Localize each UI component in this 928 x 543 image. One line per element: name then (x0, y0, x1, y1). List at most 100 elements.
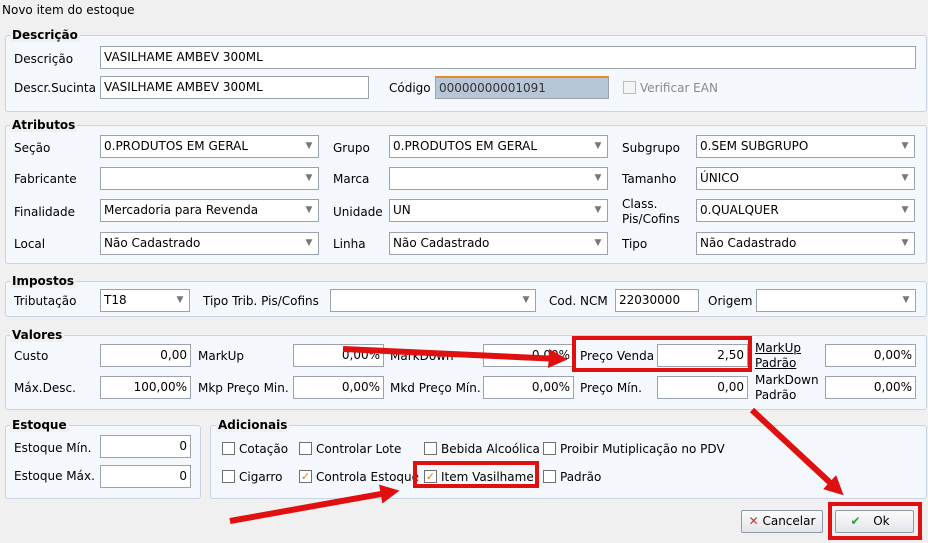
controlar-lote-checkbox[interactable] (299, 442, 312, 455)
bebida-alcoolica-checkbox[interactable] (424, 442, 437, 455)
cancelar-label: Cancelar (762, 514, 816, 528)
controla-estoque-label: Controla Estoque (316, 470, 420, 484)
markup-padrao-line1: MarkUp (755, 341, 801, 355)
valores-legend: Valores (10, 328, 65, 342)
marca-select[interactable]: ▼ (389, 167, 608, 190)
chevron-down-icon[interactable]: ▼ (171, 290, 189, 311)
chevron-down-icon[interactable]: ▼ (300, 168, 318, 189)
chevron-down-icon[interactable]: ▼ (589, 168, 607, 189)
atributos-legend: Atributos (10, 118, 78, 132)
markup-padrao-line2: Padrão (755, 356, 797, 370)
chevron-down-icon[interactable]: ▼ (517, 290, 535, 311)
descricao-label: Descrição (14, 52, 74, 66)
descricao-input[interactable]: VASILHAME AMBEV 300ML (100, 46, 916, 69)
local-select[interactable]: Não Cadastrado ▼ (100, 232, 319, 255)
marca-label: Marca (333, 172, 370, 186)
tipo-value: Não Cadastrado (700, 236, 797, 250)
chevron-down-icon[interactable]: ▼ (300, 136, 318, 157)
tipo-trib-label: Tipo Trib. Pis/Cofins (203, 294, 319, 308)
chevron-down-icon[interactable]: ▼ (300, 233, 318, 254)
chevron-down-icon[interactable]: ▼ (589, 200, 607, 221)
grupo-value: 0.PRODUTOS EM GERAL (393, 139, 538, 153)
mkd-preco-min-label: Mkd Preço Mín. (390, 381, 481, 395)
chevron-down-icon[interactable]: ▼ (896, 136, 914, 157)
fabricante-select[interactable]: ▼ (100, 167, 319, 190)
tributacao-value: T18 (104, 293, 127, 307)
verificar-ean-checkbox[interactable] (623, 81, 636, 94)
adicionais-group (210, 425, 927, 499)
chevron-down-icon[interactable]: ▼ (896, 233, 914, 254)
markup-padrao-input[interactable]: 0,00% (825, 344, 916, 367)
bebida-alcoolica-label: Bebida Alcoólica (441, 442, 540, 456)
proibir-multiplicacao-label: Proibir Mutiplicação no PDV (560, 442, 725, 456)
fabricante-label: Fabricante (14, 172, 77, 186)
chevron-down-icon[interactable]: ▼ (896, 200, 914, 221)
chevron-down-icon[interactable]: ▼ (897, 290, 915, 311)
chevron-down-icon[interactable]: ▼ (896, 168, 914, 189)
tamanho-select[interactable]: ÚNICO ▼ (696, 167, 915, 190)
cotacao-label: Cotação (239, 442, 289, 456)
verificar-ean-label: Verificar EAN (640, 81, 718, 95)
markdown-label: MarkDown (390, 349, 454, 363)
cigarro-label: Cigarro (239, 470, 283, 484)
codigo-label: Código (389, 81, 431, 95)
markup-label: MarkUp (198, 349, 244, 363)
close-icon: ✕ (748, 514, 759, 528)
markdown-padrao-line1: MarkDown (755, 373, 819, 387)
tributacao-label: Tributação (14, 294, 77, 308)
chevron-down-icon[interactable]: ▼ (589, 136, 607, 157)
preco-min-input[interactable]: 0,00 (657, 376, 748, 399)
tipo-trib-select[interactable]: ▼ (330, 289, 536, 312)
max-desc-input[interactable]: 100,00% (100, 376, 191, 399)
local-value: Não Cadastrado (104, 236, 201, 250)
tamanho-value: ÚNICO (700, 171, 740, 185)
descricao-legend: Descrição (10, 28, 80, 42)
origem-select[interactable]: ▼ (756, 289, 916, 312)
item-vasilhame-highlight (413, 461, 539, 488)
controla-estoque-checkbox[interactable]: ✓ (299, 470, 312, 483)
subgrupo-select[interactable]: 0.SEM SUBGRUPO ▼ (696, 135, 915, 158)
tipo-select[interactable]: Não Cadastrado ▼ (696, 232, 915, 255)
markdown-input[interactable]: 0,00% (483, 344, 574, 367)
padrao-checkbox[interactable] (543, 470, 556, 483)
cancelar-button[interactable]: ✕ Cancelar (741, 510, 823, 533)
estoque-max-label: Estoque Máx. (14, 469, 95, 483)
mkd-preco-min-input[interactable]: 0,00% (483, 376, 574, 399)
chevron-down-icon[interactable]: ▼ (589, 233, 607, 254)
cotacao-checkbox[interactable] (222, 442, 235, 455)
unidade-select[interactable]: UN ▼ (389, 199, 608, 222)
chevron-down-icon[interactable]: ▼ (300, 200, 318, 221)
markdown-padrao-input[interactable]: 0,00% (825, 376, 916, 399)
estoque-legend: Estoque (10, 418, 69, 432)
ncm-input[interactable]: 22030000 (615, 289, 699, 312)
cigarro-checkbox[interactable] (222, 470, 235, 483)
codigo-input[interactable]: 00000000001091 (435, 76, 609, 99)
descr-sucinta-label: Descr.Sucinta (14, 81, 96, 95)
estoque-max-input[interactable]: 0 (100, 465, 191, 488)
linha-select[interactable]: Não Cadastrado ▼ (389, 232, 608, 255)
custo-input[interactable]: 0,00 (100, 344, 191, 367)
subgrupo-label: Subgrupo (622, 141, 680, 155)
markup-input[interactable]: 0,00% (293, 344, 384, 367)
unidade-label: Unidade (333, 205, 383, 219)
markup-padrao-label[interactable]: MarkUp Padrão (755, 341, 801, 371)
descr-sucinta-input[interactable]: VASILHAME AMBEV 300ML (100, 76, 369, 99)
local-label: Local (14, 237, 46, 251)
controlar-lote-label: Controlar Lote (316, 442, 402, 456)
preco-min-label: Preço Mín. (580, 381, 642, 395)
class-label-line2: Pis/Cofins (622, 212, 680, 226)
finalidade-label: Finalidade (14, 205, 75, 219)
class-pis-cofins-select[interactable]: 0.QUALQUER ▼ (696, 199, 915, 222)
estoque-min-label: Estoque Mín. (14, 441, 92, 455)
mkp-preco-min-input[interactable]: 0,00% (293, 376, 384, 399)
finalidade-value: Mercadoria para Revenda (104, 203, 259, 217)
grupo-select[interactable]: 0.PRODUTOS EM GERAL ▼ (389, 135, 608, 158)
origem-label: Origem (708, 294, 753, 308)
tamanho-label: Tamanho (622, 172, 677, 186)
estoque-min-input[interactable]: 0 (100, 435, 191, 458)
finalidade-select[interactable]: Mercadoria para Revenda ▼ (100, 199, 319, 222)
secao-select[interactable]: 0.PRODUTOS EM GERAL ▼ (100, 135, 319, 158)
tributacao-select[interactable]: T18 ▼ (100, 289, 190, 312)
proibir-multiplicacao-checkbox[interactable] (543, 442, 556, 455)
padrao-label: Padrão (560, 470, 602, 484)
